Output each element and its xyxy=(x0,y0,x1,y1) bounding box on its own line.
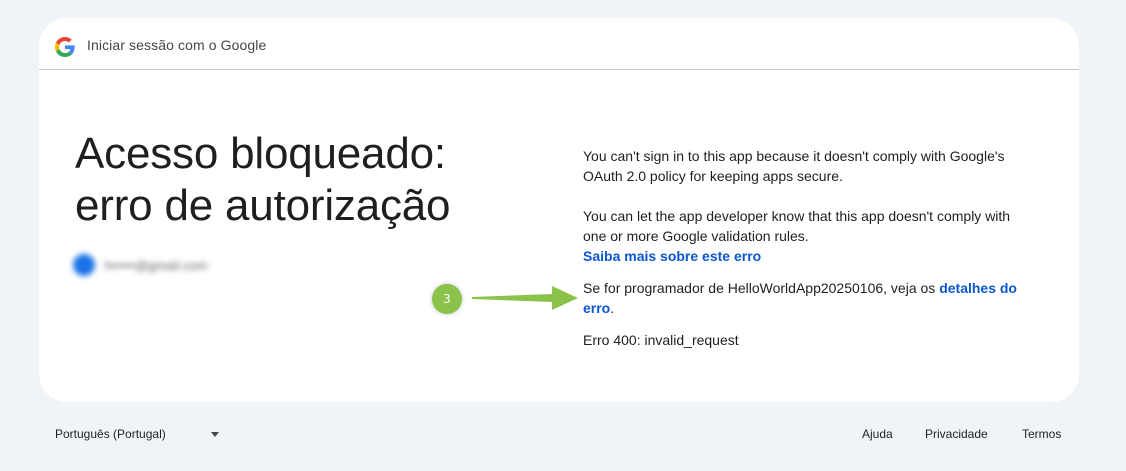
headline-line-2: erro de autorização xyxy=(75,181,451,230)
page-title: Acesso bloqueado: erro de autorização xyxy=(75,128,505,232)
error-code: Erro 400: invalid_request xyxy=(583,332,739,348)
policy-paragraph: You can't sign in to this app because it… xyxy=(583,148,1005,184)
headline-line-1: Acesso bloqueado: xyxy=(75,129,446,178)
account-email: h•••••@gmail.com xyxy=(105,257,208,273)
signin-card: Iniciar sessão com o Google Acesso bloqu… xyxy=(39,18,1079,402)
footer: Português (Portugal) Ajuda Privacidade T… xyxy=(0,420,1126,450)
learn-more-link[interactable]: Saiba mais sobre este erro xyxy=(583,246,761,266)
developer-paragraph: Se for programador de HelloWorldApp20250… xyxy=(583,278,1033,318)
developer-suffix: . xyxy=(610,300,615,316)
privacy-link[interactable]: Privacidade xyxy=(925,427,988,441)
annotation-marker: 3 xyxy=(432,284,462,314)
language-selector[interactable]: Português (Portugal) xyxy=(55,427,166,441)
header-title: Iniciar sessão com o Google xyxy=(87,37,267,53)
validation-paragraph: You can let the app developer know that … xyxy=(583,208,1011,244)
help-link[interactable]: Ajuda xyxy=(862,427,893,441)
card-header: Iniciar sessão com o Google xyxy=(39,18,1079,70)
terms-link[interactable]: Termos xyxy=(1022,427,1061,441)
chevron-down-icon[interactable] xyxy=(211,432,219,437)
developer-text: Se for programador de HelloWorldApp20250… xyxy=(583,280,940,296)
annotation-arrow-icon xyxy=(472,286,578,310)
account-chip[interactable]: h•••••@gmail.com xyxy=(73,254,207,276)
avatar xyxy=(73,254,95,276)
google-g-icon xyxy=(55,37,75,57)
